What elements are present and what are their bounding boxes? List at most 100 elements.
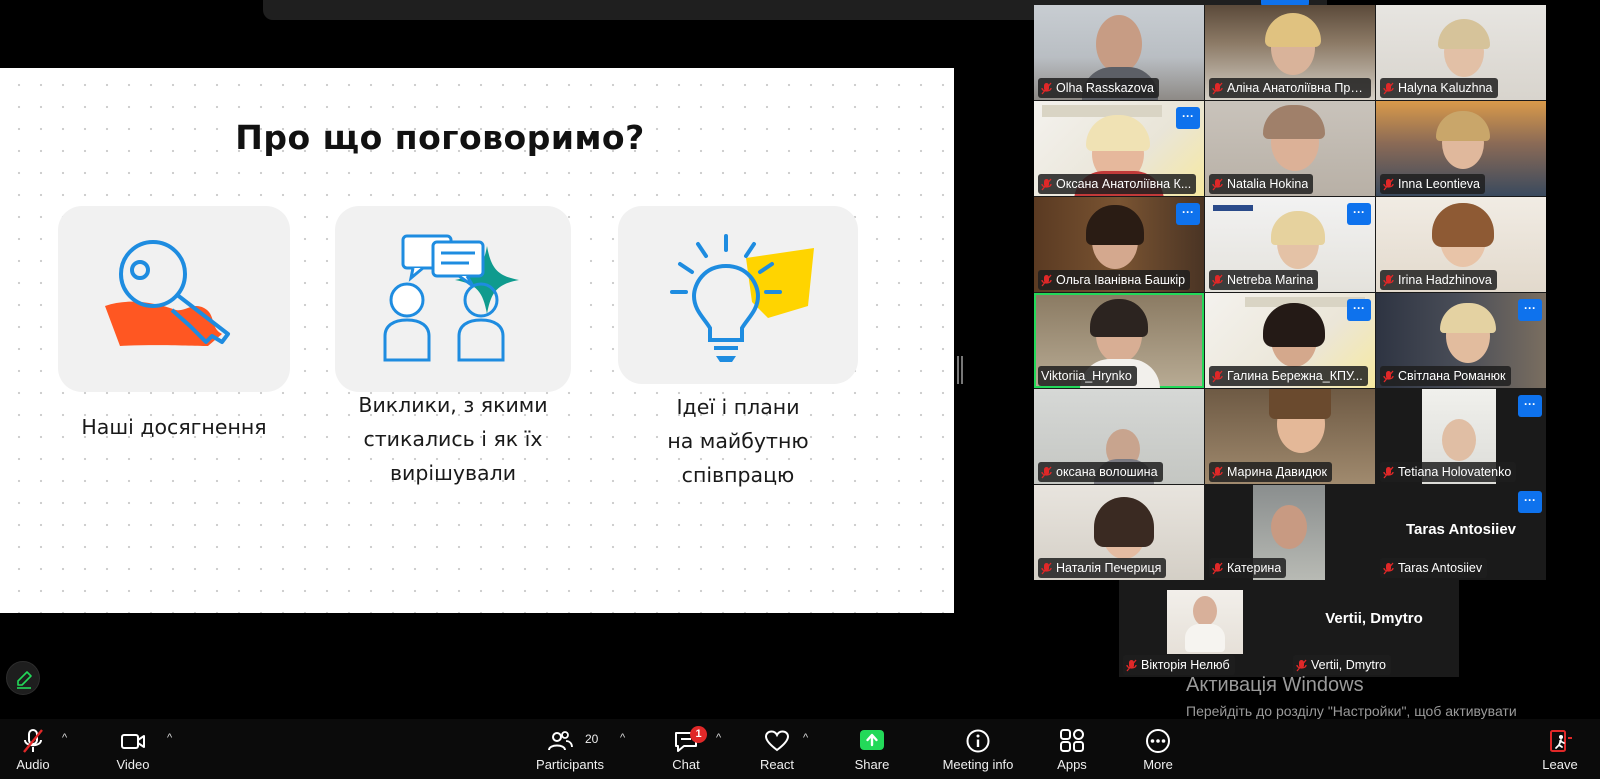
video-label: Video bbox=[116, 757, 150, 772]
participant-tile[interactable]: Наталія Печериця bbox=[1034, 485, 1204, 580]
audio-label: Audio bbox=[16, 757, 50, 772]
video-button[interactable]: Video bbox=[113, 719, 153, 779]
more-options-button[interactable]: ··· bbox=[1176, 203, 1200, 225]
share-screen-icon bbox=[860, 730, 884, 750]
share-button[interactable]: Share bbox=[852, 719, 892, 779]
participants-options-caret[interactable]: ^ bbox=[620, 732, 625, 744]
annotate-button[interactable] bbox=[6, 661, 40, 695]
more-label: More bbox=[1143, 757, 1173, 772]
apps-icon bbox=[1060, 729, 1084, 752]
participant-name-label: Катерина bbox=[1209, 558, 1287, 578]
participant-name-label: Ольга Іванівна Башкір bbox=[1038, 270, 1191, 290]
participant-tile[interactable]: ··· Tetiana Holovatenko bbox=[1376, 389, 1546, 484]
participant-tile[interactable]: ··· Галина Бережна_КПУ... bbox=[1205, 293, 1375, 388]
mic-muted-icon bbox=[1383, 370, 1394, 382]
more-options-button[interactable]: ··· bbox=[1518, 395, 1542, 417]
card-achievements bbox=[58, 206, 290, 392]
mic-muted-icon bbox=[1383, 178, 1394, 190]
video-camera-icon bbox=[121, 734, 145, 749]
participant-tile[interactable]: Irina Hadzhinova bbox=[1376, 197, 1546, 292]
more-options-button[interactable]: ··· bbox=[1347, 203, 1371, 225]
participant-count: 20 bbox=[585, 732, 599, 746]
apps-label: Apps bbox=[1057, 757, 1087, 772]
mic-muted-icon bbox=[1212, 466, 1223, 478]
mic-muted-icon bbox=[1212, 178, 1223, 190]
activation-title: Активація Windows bbox=[1186, 674, 1364, 696]
participant-tile[interactable]: Марина Давидюк bbox=[1205, 389, 1375, 484]
participant-tile[interactable]: Катерина bbox=[1205, 485, 1375, 580]
mic-muted-icon bbox=[1041, 274, 1052, 286]
card-label-achievements: Наші досягнення bbox=[81, 415, 267, 439]
react-options-caret[interactable]: ^ bbox=[803, 732, 808, 744]
participant-name-label: Оксана Анатоліївна К... bbox=[1038, 174, 1197, 194]
mic-muted-icon bbox=[1041, 178, 1052, 190]
participant-tile[interactable]: ··· Світлана Романюк bbox=[1376, 293, 1546, 388]
leave-door-icon bbox=[1550, 730, 1572, 752]
participant-name-label: Марина Давидюк bbox=[1209, 462, 1332, 482]
more-button[interactable]: More bbox=[1138, 719, 1178, 779]
participants-icon bbox=[548, 731, 573, 751]
share-label: Share bbox=[854, 757, 890, 772]
mic-muted-icon bbox=[1296, 659, 1307, 671]
participant-tile[interactable]: ··· Taras Antosiiev Taras Antosiiev bbox=[1376, 485, 1546, 580]
participant-name-label: Вікторія Нелюб bbox=[1123, 655, 1235, 675]
heart-icon bbox=[764, 730, 790, 752]
participant-tile[interactable]: ··· Ольга Іванівна Башкір bbox=[1034, 197, 1204, 292]
shared-slide: Про що поговоримо? Наші досягнення Викли… bbox=[0, 68, 954, 613]
more-options-button[interactable]: ··· bbox=[1518, 491, 1542, 513]
card-label-ideas: Ідеї і плани на майбутню співпрацю bbox=[667, 395, 809, 487]
participant-tile[interactable]: Вікторія Нелюб bbox=[1119, 580, 1289, 677]
more-options-button[interactable]: ··· bbox=[1176, 107, 1200, 129]
participant-tile[interactable]: Halyna Kaluzhna bbox=[1376, 5, 1546, 100]
mic-muted-icon bbox=[23, 729, 43, 753]
people-chat-icon bbox=[383, 234, 519, 362]
video-options-caret[interactable]: ^ bbox=[167, 732, 172, 744]
mic-muted-icon bbox=[1212, 274, 1223, 286]
card-ideas bbox=[618, 206, 858, 384]
audio-button[interactable]: Audio bbox=[13, 719, 53, 779]
participant-tile[interactable]: оксана волошина bbox=[1034, 389, 1204, 484]
participant-name-label: Olha Rasskazova bbox=[1038, 78, 1159, 98]
leave-button[interactable]: Leave bbox=[1540, 719, 1580, 779]
leave-label: Leave bbox=[1542, 757, 1578, 772]
participant-tile-active-speaker[interactable]: Viktoriia_Hrynko bbox=[1034, 293, 1204, 388]
participant-tile[interactable]: Olha Rasskazova bbox=[1034, 5, 1204, 100]
react-button[interactable]: React bbox=[757, 719, 797, 779]
more-options-button[interactable]: ··· bbox=[1347, 299, 1371, 321]
participant-tile[interactable]: Natalia Hokina bbox=[1205, 101, 1375, 196]
mic-muted-icon bbox=[1383, 274, 1394, 286]
meeting-info-label: Meeting info bbox=[942, 757, 1014, 772]
participant-tile[interactable]: ··· Netreba Marina bbox=[1205, 197, 1375, 292]
participants-button[interactable]: Participants bbox=[532, 719, 608, 779]
participant-name-label: Inna Leontieva bbox=[1380, 174, 1486, 194]
participant-tile[interactable]: ··· Оксана Анатоліївна К... bbox=[1034, 101, 1204, 196]
participant-display-name: Taras Antosiiev bbox=[1405, 521, 1517, 538]
split-view-handle[interactable] bbox=[957, 356, 963, 384]
apps-button[interactable]: Apps bbox=[1052, 719, 1092, 779]
key-hand-icon bbox=[105, 240, 230, 346]
participant-name-label: Аліна Анатоліївна Пре... bbox=[1209, 78, 1371, 98]
ellipsis-icon bbox=[1146, 729, 1170, 753]
mic-muted-icon bbox=[1383, 82, 1394, 94]
participant-tile[interactable]: Аліна Анатоліївна Пре... bbox=[1205, 5, 1375, 100]
mic-muted-icon bbox=[1212, 370, 1223, 382]
participant-tile[interactable]: Vertii, Dmytro Vertii, Dmytro bbox=[1289, 580, 1459, 677]
participant-name-label: Viktoriia_Hrynko bbox=[1038, 366, 1137, 386]
chat-options-caret[interactable]: ^ bbox=[716, 732, 721, 744]
participant-name-label: Taras Antosiiev bbox=[1380, 558, 1488, 578]
participant-tile[interactable]: Inna Leontieva bbox=[1376, 101, 1546, 196]
mic-muted-icon bbox=[1126, 659, 1137, 671]
participant-name-label: Natalia Hokina bbox=[1209, 174, 1314, 194]
participant-name-label: оксана волошина bbox=[1038, 462, 1163, 482]
audio-options-caret[interactable]: ^ bbox=[62, 732, 67, 744]
meeting-info-button[interactable]: Meeting info bbox=[938, 719, 1018, 779]
gallery-extra-row: Вікторія Нелюб Vertii, Dmytro Vertii, Dm… bbox=[1119, 580, 1459, 677]
lightbulb-icon bbox=[670, 234, 814, 362]
participant-name-label: Tetiana Holovatenko bbox=[1380, 462, 1517, 482]
participant-name-label: Netreba Marina bbox=[1209, 270, 1319, 290]
mic-muted-icon bbox=[1041, 82, 1052, 94]
slide-title: Про що поговоримо? bbox=[235, 118, 645, 157]
chat-unread-badge: 1 bbox=[690, 726, 707, 743]
more-options-button[interactable]: ··· bbox=[1518, 299, 1542, 321]
info-icon bbox=[966, 729, 990, 753]
